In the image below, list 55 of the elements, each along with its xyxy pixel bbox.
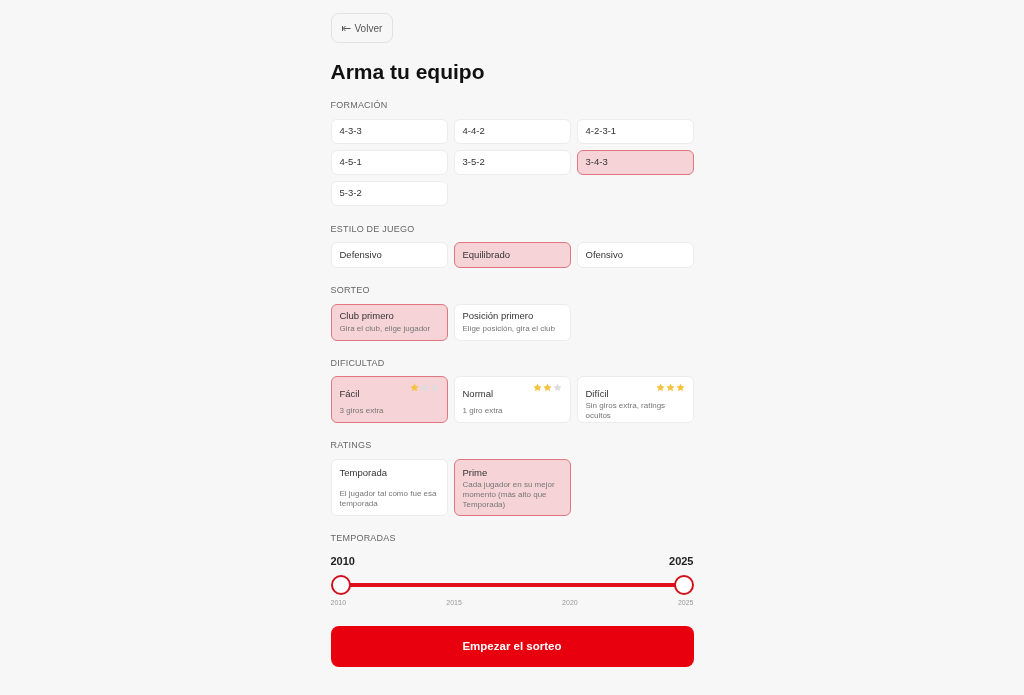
section-label: TEMPORADAS — [330, 531, 397, 545]
option-description: 1 giro extra — [462, 406, 504, 416]
star-icon — [552, 383, 562, 392]
option-description: Gira el club, elige jugador — [339, 323, 432, 336]
difficulty-option-card[interactable]: Normal 1 giro extra — [453, 376, 571, 423]
slider-thumb[interactable] — [673, 574, 694, 595]
back-button[interactable]: Volver — [330, 13, 394, 43]
slider-thumb[interactable] — [330, 574, 351, 595]
option-title: Fácil — [339, 387, 360, 401]
arrow-left-icon — [341, 24, 351, 32]
section-label: DIFICULTAD — [330, 356, 386, 370]
difficulty-option-card[interactable]: Fácil 3 giros extra — [330, 376, 448, 423]
ratings-option-card[interactable]: Temporada El jugador tal como fue esa temporada — [330, 458, 448, 516]
star-icon — [419, 383, 429, 392]
ratings-option-card[interactable]: Prime Cada jugador en su mejor momento (más alto que Temporada) — [453, 458, 571, 516]
option-title: Club primero — [339, 308, 395, 323]
range-end-value: 2025 — [669, 554, 694, 569]
range-slider[interactable] — [330, 574, 694, 595]
option-title: Temporada — [339, 465, 389, 480]
range-start-value: 2010 — [330, 554, 355, 569]
formation-option[interactable]: 4-5-1 — [330, 149, 448, 175]
star-icon — [665, 383, 675, 392]
option-description: El jugador tal como fue esa temporada — [339, 488, 438, 509]
star-icon — [532, 383, 542, 392]
star-icon — [429, 383, 439, 392]
section-label: SORTEO — [330, 284, 371, 297]
star-icon — [409, 383, 419, 392]
draw-option-card[interactable]: Posición primero Elige posición, gira el club — [453, 303, 571, 341]
star-icon — [675, 383, 685, 392]
formation-option[interactable]: 3-4-3 — [576, 149, 694, 175]
formation-option[interactable]: 4-4-2 — [453, 118, 571, 144]
start-button[interactable]: Empezar el sorteo — [330, 626, 694, 667]
option-description: Elige posición, gira el club — [462, 323, 556, 336]
draw-option-card[interactable]: Club primero Gira el club, elige jugador — [330, 303, 448, 341]
option-title: Posición primero — [462, 308, 535, 323]
style-option[interactable]: Defensivo — [330, 242, 448, 268]
option-description: Cada jugador en su mejor momento (más alto que Temporada) — [462, 479, 556, 510]
difficulty-option-card[interactable]: Difícil Sin giros extra, ratings ocultos — [576, 376, 694, 423]
section-label: FORMACIÓN — [330, 99, 389, 112]
formation-option[interactable]: 5-3-2 — [330, 180, 448, 206]
page-title: Arma tu equipo — [330, 61, 486, 82]
formation-option[interactable]: 4-3-3 — [330, 118, 448, 144]
formation-option[interactable]: 4-2-3-1 — [576, 118, 694, 144]
star-icon — [655, 383, 665, 392]
section-label: RATINGS — [330, 439, 373, 452]
style-option[interactable]: Ofensivo — [576, 242, 694, 268]
option-description: 3 giros extra — [339, 406, 385, 416]
style-option[interactable]: Equilibrado — [453, 242, 571, 268]
star-icon — [542, 383, 552, 392]
option-title: Difícil — [585, 387, 609, 401]
formation-option[interactable]: 3-5-2 — [453, 149, 571, 175]
option-title: Prime — [462, 465, 489, 480]
option-title: Normal — [462, 387, 494, 401]
option-description: Sin giros extra, ratings ocultos — [585, 401, 667, 422]
section-label: ESTILO DE JUEGO — [330, 222, 416, 236]
